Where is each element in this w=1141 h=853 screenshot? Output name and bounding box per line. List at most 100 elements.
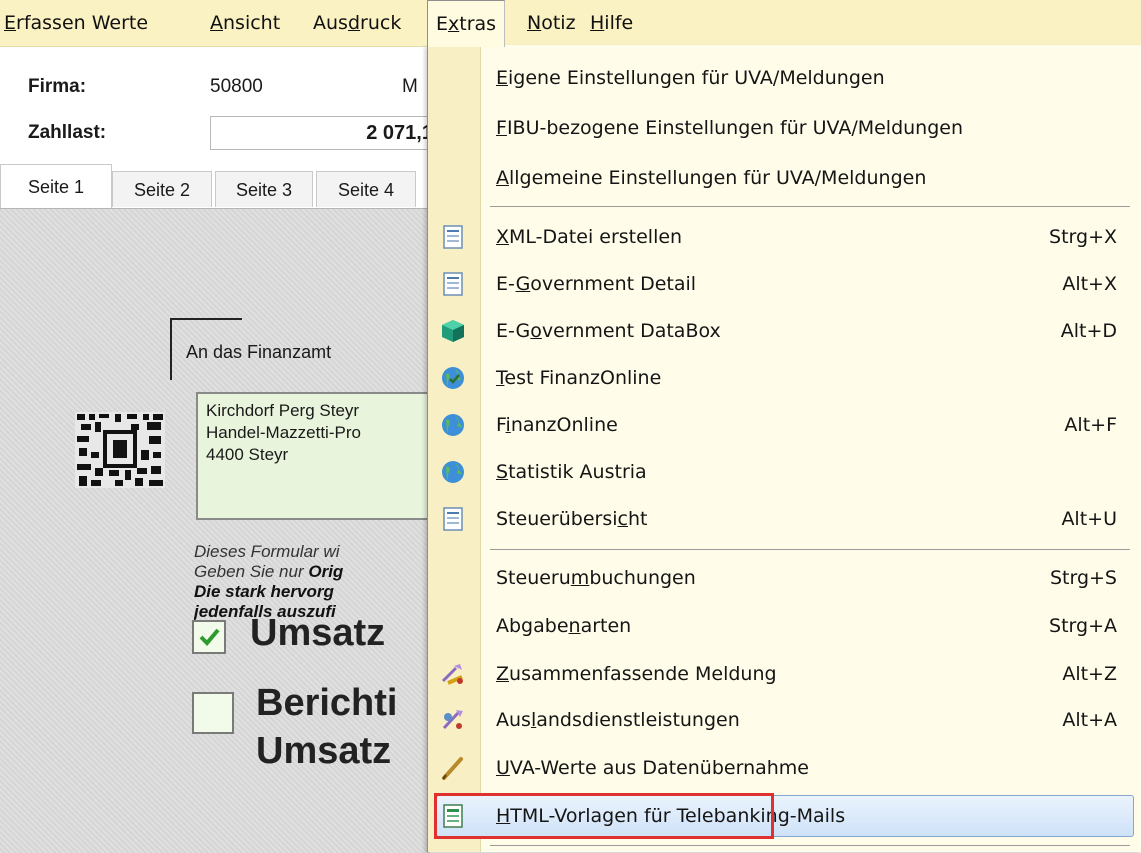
annotation-highlight-box [434, 793, 774, 839]
extras-dropdown-menu: Eigene Einstellungen für UVA/Meldungen F… [427, 45, 1141, 852]
tools-icon [442, 710, 463, 730]
menu-item-label: UVA-Werte aus Datenübernahme [496, 757, 809, 779]
menu-item-shortcut: Alt+X [1062, 273, 1117, 295]
menu-item-egovernment-databox[interactable]: E-Government DataBox Alt+D [428, 308, 1141, 354]
menu-accesskey: x [448, 13, 460, 35]
instruction-line: Dieses Formular wi [194, 542, 340, 561]
menu-item-shortcut: Alt+Z [1062, 663, 1117, 685]
menu-item-shortcut: Alt+A [1062, 709, 1117, 731]
menu-accesskey: d [347, 12, 361, 34]
instruction-text: Geben Sie nur [194, 562, 309, 581]
finanzamt-address[interactable]: Kirchdorf Perg Steyr Handel-Mazzetti-Pro… [196, 392, 436, 520]
box-icon [442, 320, 464, 342]
menu-item-shortcut: Strg+X [1049, 226, 1117, 248]
globe-icon [442, 461, 464, 483]
menu-label: E [436, 13, 449, 35]
tab-seite-3[interactable]: Seite 3 [215, 171, 313, 207]
menu-hilfe[interactable]: Hilfe [590, 0, 633, 46]
barcode-image [75, 412, 165, 488]
menu-item-label: XML-Datei erstellen [496, 226, 683, 248]
address-line: Handel-Mazzetti-Pro [206, 423, 361, 442]
instruction-line: Die stark hervorg [194, 582, 334, 601]
menu-item-steueruebersicht[interactable]: Steuerübersicht Alt+U [428, 496, 1141, 542]
menu-accesskey: H [590, 12, 605, 34]
umsatzsteuer-checkbox[interactable] [192, 620, 226, 654]
tab-bar: Seite 1 Seite 2 Seite 3 Seite 4 [0, 164, 430, 208]
menu-item-label: FIBU-bezogene Einstellungen für UVA/Meld… [496, 117, 964, 139]
menu-label: ilfe [604, 12, 634, 34]
menu-item-xml-datei[interactable]: XML-Datei erstellen Strg+X [428, 214, 1141, 260]
menu-item-html-vorlagen[interactable]: HTML-Vorlagen für Telebanking-Mails [428, 793, 1141, 839]
menu-label: nsicht [223, 12, 281, 34]
menu-item-label: Test FinanzOnline [496, 367, 662, 389]
firma-label: Firma: [28, 76, 87, 97]
document-icon [443, 225, 463, 249]
checkmark-icon [199, 628, 220, 646]
document-icon [443, 272, 463, 296]
berichtigung-label: Berichti [256, 682, 398, 724]
menu-extras[interactable]: Extras [427, 0, 506, 47]
menu-item-label: Allgemeine Einstellungen für UVA/Meldung… [496, 167, 927, 189]
zahllast-field[interactable]: 2 071,11 [210, 116, 450, 150]
menu-item-label: Statistik Austria [496, 461, 647, 483]
menu-item-label: Steuerumbuchungen [496, 567, 696, 589]
menu-item-shortcut: Strg+A [1049, 615, 1117, 637]
menu-item-label: Steuerübersicht [496, 508, 648, 530]
finanzamt-label: An das Finanzamt [186, 342, 332, 362]
menu-item-label: FinanzOnline [496, 414, 618, 436]
zahllast-label: Zahllast: [28, 122, 107, 143]
firma-extra: M [402, 76, 418, 97]
menu-label: tras [459, 13, 497, 35]
address-line: 4400 Steyr [206, 445, 289, 464]
menu-item-label: Eigene Einstellungen für UVA/Meldungen [496, 67, 885, 89]
menu-item-fibu-einstellungen[interactable]: FIBU-bezogene Einstellungen für UVA/Meld… [428, 105, 1141, 151]
globe-check-icon [442, 367, 464, 389]
menu-item-test-finanzonline[interactable]: Test FinanzOnline [428, 355, 1141, 401]
menu-label: rfassen Werte [16, 12, 149, 34]
menu-item-statistik-austria[interactable]: Statistik Austria [428, 449, 1141, 495]
menu-bar: Erfassen Werte Ansicht Ausdruck Extras N… [0, 0, 1141, 47]
instruction-bold: Orig [308, 562, 344, 581]
tab-seite-4[interactable]: Seite 4 [316, 171, 416, 207]
menu-notiz[interactable]: Notiz [527, 0, 576, 46]
menu-item-egovernment-detail[interactable]: E-Government Detail Alt+X [428, 261, 1141, 307]
menu-item-allgemeine-einstellungen[interactable]: Allgemeine Einstellungen für UVA/Meldung… [428, 155, 1141, 201]
menu-item-steuerumbuchungen[interactable]: Steuerumbuchungen Strg+S [428, 555, 1141, 601]
menu-item-label: Auslandsdienstleistungen [496, 709, 740, 731]
berichtigung-label-2: Umsatz [256, 730, 392, 772]
menu-item-shortcut: Alt+D [1060, 320, 1117, 342]
menu-label: otiz [541, 12, 576, 34]
document-icon [443, 507, 463, 531]
menu-item-auslandsdienstleistungen[interactable]: Auslandsdienstleistungen Alt+A [428, 697, 1141, 743]
menu-accesskey: A [210, 12, 223, 34]
menu-separator [490, 206, 1130, 207]
menu-item-shortcut: Alt+F [1064, 414, 1117, 436]
menu-accesskey: N [527, 12, 542, 34]
menu-erfassen-werte[interactable]: Erfassen Werte [4, 0, 148, 46]
tab-seite-1[interactable]: Seite 1 [0, 164, 112, 208]
form-instructions: Dieses Formular wi Geben Sie nur Orig Di… [194, 542, 430, 622]
menu-item-abgabenarten[interactable]: Abgabenarten Strg+A [428, 603, 1141, 649]
firma-value: 50800 [210, 76, 263, 97]
menu-item-finanzonline[interactable]: FinanzOnline Alt+F [428, 402, 1141, 448]
address-line: Kirchdorf Perg Steyr [206, 401, 360, 420]
menu-label: Aus [313, 12, 348, 34]
menu-ausdruck[interactable]: Ausdruck [313, 0, 401, 46]
pen-icon [442, 757, 463, 780]
menu-ansicht[interactable]: Ansicht [210, 0, 280, 46]
menu-item-label: Abgabenarten [496, 615, 632, 637]
berichtigung-checkbox[interactable] [192, 692, 234, 734]
menu-item-zusammenfassende-meldung[interactable]: Zusammenfassende Meldung Alt+Z [428, 651, 1141, 697]
menu-separator [490, 549, 1130, 550]
menu-item-shortcut: Strg+S [1049, 567, 1117, 589]
tools-icon [441, 664, 463, 685]
umsatzsteuer-label: Umsatz [250, 612, 386, 654]
menu-item-shortcut: Alt+U [1061, 508, 1117, 530]
menu-accesskey: E [4, 12, 17, 34]
globe-icon [442, 414, 464, 436]
menu-item-eigene-einstellungen[interactable]: Eigene Einstellungen für UVA/Meldungen [428, 55, 1141, 101]
menu-item-label: E-Government DataBox [496, 320, 721, 342]
menu-item-uva-werte[interactable]: UVA-Werte aus Datenübernahme [428, 745, 1141, 791]
tab-seite-2[interactable]: Seite 2 [112, 171, 212, 207]
menu-item-label: Zusammenfassende Meldung [496, 663, 777, 685]
